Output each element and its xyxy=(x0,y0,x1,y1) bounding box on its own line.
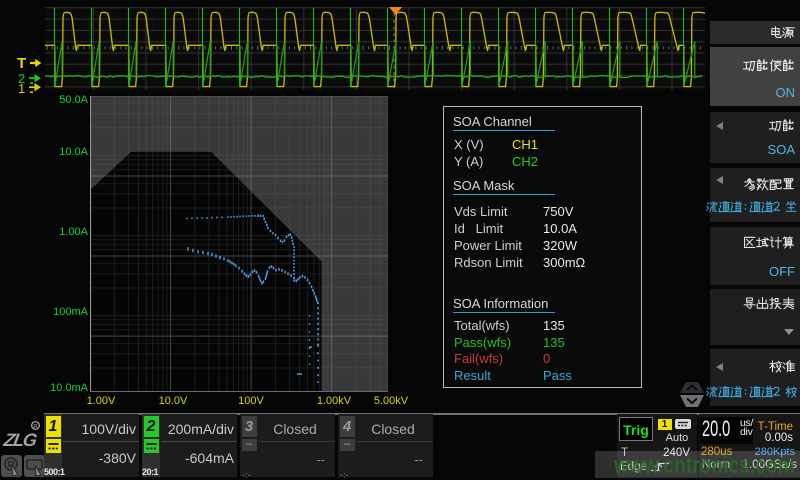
svg-text:R: R xyxy=(33,424,37,430)
